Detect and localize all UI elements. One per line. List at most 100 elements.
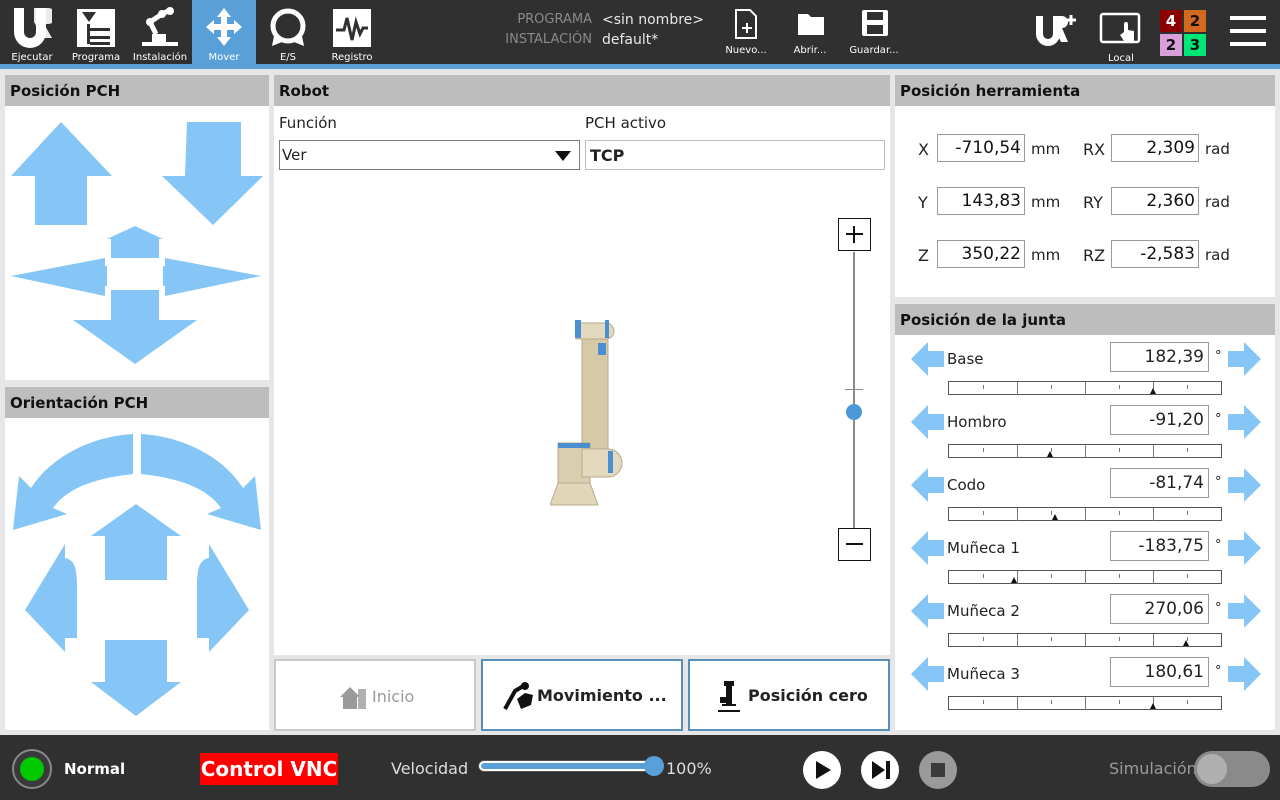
- joint-value-field[interactable]: 270,06: [1110, 594, 1209, 624]
- robot-title: Robot: [274, 75, 890, 106]
- rotate-cw-arrow-icon[interactable]: [141, 434, 261, 530]
- joint-slider-tick: [983, 700, 984, 704]
- tool-position-title: Posición herramienta: [895, 75, 1275, 106]
- joint-decrease-arrow-icon[interactable]: [911, 468, 945, 502]
- nav-log-button[interactable]: Registro: [320, 0, 384, 64]
- joint-slider-tick: [1017, 382, 1018, 395]
- z-field[interactable]: 350,22: [937, 240, 1025, 268]
- move-left-arrow-icon[interactable]: [11, 258, 107, 296]
- zoom-slider-thumb[interactable]: [846, 404, 862, 420]
- stop-button[interactable]: [919, 751, 957, 789]
- nav-move-button[interactable]: Mover: [192, 0, 256, 64]
- rotate-ccw-arrow-icon[interactable]: [13, 434, 133, 530]
- active-tcp-field[interactable]: TCP: [585, 140, 885, 170]
- nav-program-button[interactable]: Programa: [64, 0, 128, 64]
- move-right-arrow-icon[interactable]: [163, 258, 261, 296]
- new-program-button[interactable]: Nuevo...: [714, 0, 778, 64]
- joint-value-field[interactable]: 182,39: [1110, 342, 1209, 372]
- tcp-position-arrows: [11, 122, 263, 364]
- rx-field[interactable]: 2,309: [1111, 134, 1199, 162]
- robot-3d-view[interactable]: [550, 315, 642, 515]
- tcp-orientation-panel: Orientación PCH: [5, 387, 269, 730]
- joint-decrease-arrow-icon[interactable]: [911, 531, 945, 565]
- stop-icon: [931, 763, 945, 777]
- move-down-arrow-icon[interactable]: [162, 122, 263, 225]
- speed-slider-thumb[interactable]: [644, 756, 664, 776]
- error-count-badge[interactable]: 4: [1160, 10, 1182, 32]
- move-forward-arrow-icon[interactable]: [107, 226, 163, 239]
- tilt-right-arrow-icon[interactable]: [197, 544, 249, 652]
- joint-increase-arrow-icon[interactable]: [1227, 594, 1261, 628]
- zero-position-button[interactable]: Posición cero: [688, 659, 890, 731]
- save-icon: [862, 10, 888, 36]
- joint-slider-tick: [1051, 574, 1052, 578]
- open-program-button[interactable]: Abrir...: [778, 0, 842, 64]
- zoom-track[interactable]: [853, 252, 855, 528]
- joint-value-field[interactable]: 180,61: [1110, 657, 1209, 687]
- nav-run-button[interactable]: Ejecutar: [0, 0, 64, 64]
- joint-decrease-arrow-icon[interactable]: [911, 594, 945, 628]
- x-field[interactable]: -710,54: [937, 134, 1025, 162]
- joint-increase-arrow-icon[interactable]: [1227, 405, 1261, 439]
- tilt-left-arrow-icon[interactable]: [25, 544, 77, 652]
- joint-slider-tick: [1017, 634, 1018, 647]
- ry-field[interactable]: 2,360: [1111, 187, 1199, 215]
- nav-installation-button[interactable]: Instalación: [128, 0, 192, 64]
- joint-increase-arrow-icon[interactable]: [1227, 342, 1261, 376]
- save-program-button[interactable]: Guardar...: [842, 0, 906, 64]
- joint-slider-tick: [1085, 634, 1086, 647]
- joint-decrease-arrow-icon[interactable]: [911, 405, 945, 439]
- zoom-out-button[interactable]: [838, 528, 871, 561]
- local-control-button[interactable]: Local: [1096, 8, 1146, 64]
- zoom-in-button[interactable]: [838, 218, 871, 251]
- rz-field[interactable]: -2,583: [1111, 240, 1199, 268]
- ur-plus-icon[interactable]: [1034, 14, 1078, 50]
- joint-value-field[interactable]: -81,74: [1110, 468, 1209, 498]
- joint-slider-tick: [1153, 571, 1154, 584]
- joint-increase-arrow-icon[interactable]: [1227, 531, 1261, 565]
- hamburger-menu-icon[interactable]: [1229, 14, 1267, 48]
- joint-slider-tick: [983, 574, 984, 578]
- joint-value-field[interactable]: -183,75: [1110, 531, 1209, 561]
- joint-decrease-arrow-icon[interactable]: [911, 657, 945, 691]
- freedrive-button-label: Movimiento ...: [537, 686, 667, 705]
- ok-count-badge[interactable]: 3: [1184, 34, 1206, 56]
- play-icon: [816, 761, 831, 779]
- joint-decrease-arrow-icon[interactable]: [911, 342, 945, 376]
- warning-count-badge[interactable]: 2: [1184, 10, 1206, 32]
- speed-slider-track[interactable]: [478, 760, 658, 772]
- joint-range-slider: [948, 696, 1222, 710]
- simulation-toggle[interactable]: [1194, 751, 1270, 787]
- nav-io-button[interactable]: E/S: [256, 0, 320, 64]
- ry-axis-label: RY: [1083, 193, 1103, 212]
- info-count-badge[interactable]: 2: [1160, 34, 1182, 56]
- joint-slider-tick: [1085, 508, 1086, 521]
- joint-increase-arrow-icon[interactable]: [1227, 657, 1261, 691]
- move-backward-arrow-icon[interactable]: [73, 290, 197, 364]
- x-axis-label: X: [918, 140, 929, 159]
- joint-value-field[interactable]: -91,20: [1110, 405, 1209, 435]
- installation-label: INSTALACIÓN: [505, 32, 592, 47]
- home-button[interactable]: Inicio: [274, 659, 476, 731]
- top-bar-accent: [0, 64, 1280, 69]
- move-up-arrow-icon[interactable]: [11, 122, 112, 225]
- tcp-position-panel: Posición PCH: [5, 75, 269, 380]
- freedrive-button[interactable]: Movimiento ...: [481, 659, 683, 731]
- step-button[interactable]: [861, 751, 899, 789]
- status-indicator-icon: [20, 757, 44, 781]
- tilt-up-arrow-icon[interactable]: [91, 504, 181, 580]
- rz-unit: rad: [1205, 246, 1230, 264]
- function-select[interactable]: Ver: [279, 140, 580, 170]
- y-field[interactable]: 143,83: [937, 187, 1025, 215]
- joint-slider-tick: [1051, 637, 1052, 641]
- tilt-down-arrow-icon[interactable]: [91, 640, 181, 716]
- vnc-control-badge: Control VNC: [200, 753, 338, 785]
- joint-row: Muñeca 1 -183,75 °: [895, 531, 1275, 594]
- joint-slider-tick: [1187, 574, 1188, 578]
- nav-installation-label: Instalación: [132, 52, 188, 63]
- robot-status-button[interactable]: [12, 749, 52, 789]
- play-button[interactable]: [803, 751, 841, 789]
- bottom-bar: Normal Control VNC Velocidad 100% Simula…: [0, 735, 1280, 800]
- installation-name: default*: [602, 32, 659, 48]
- joint-increase-arrow-icon[interactable]: [1227, 468, 1261, 502]
